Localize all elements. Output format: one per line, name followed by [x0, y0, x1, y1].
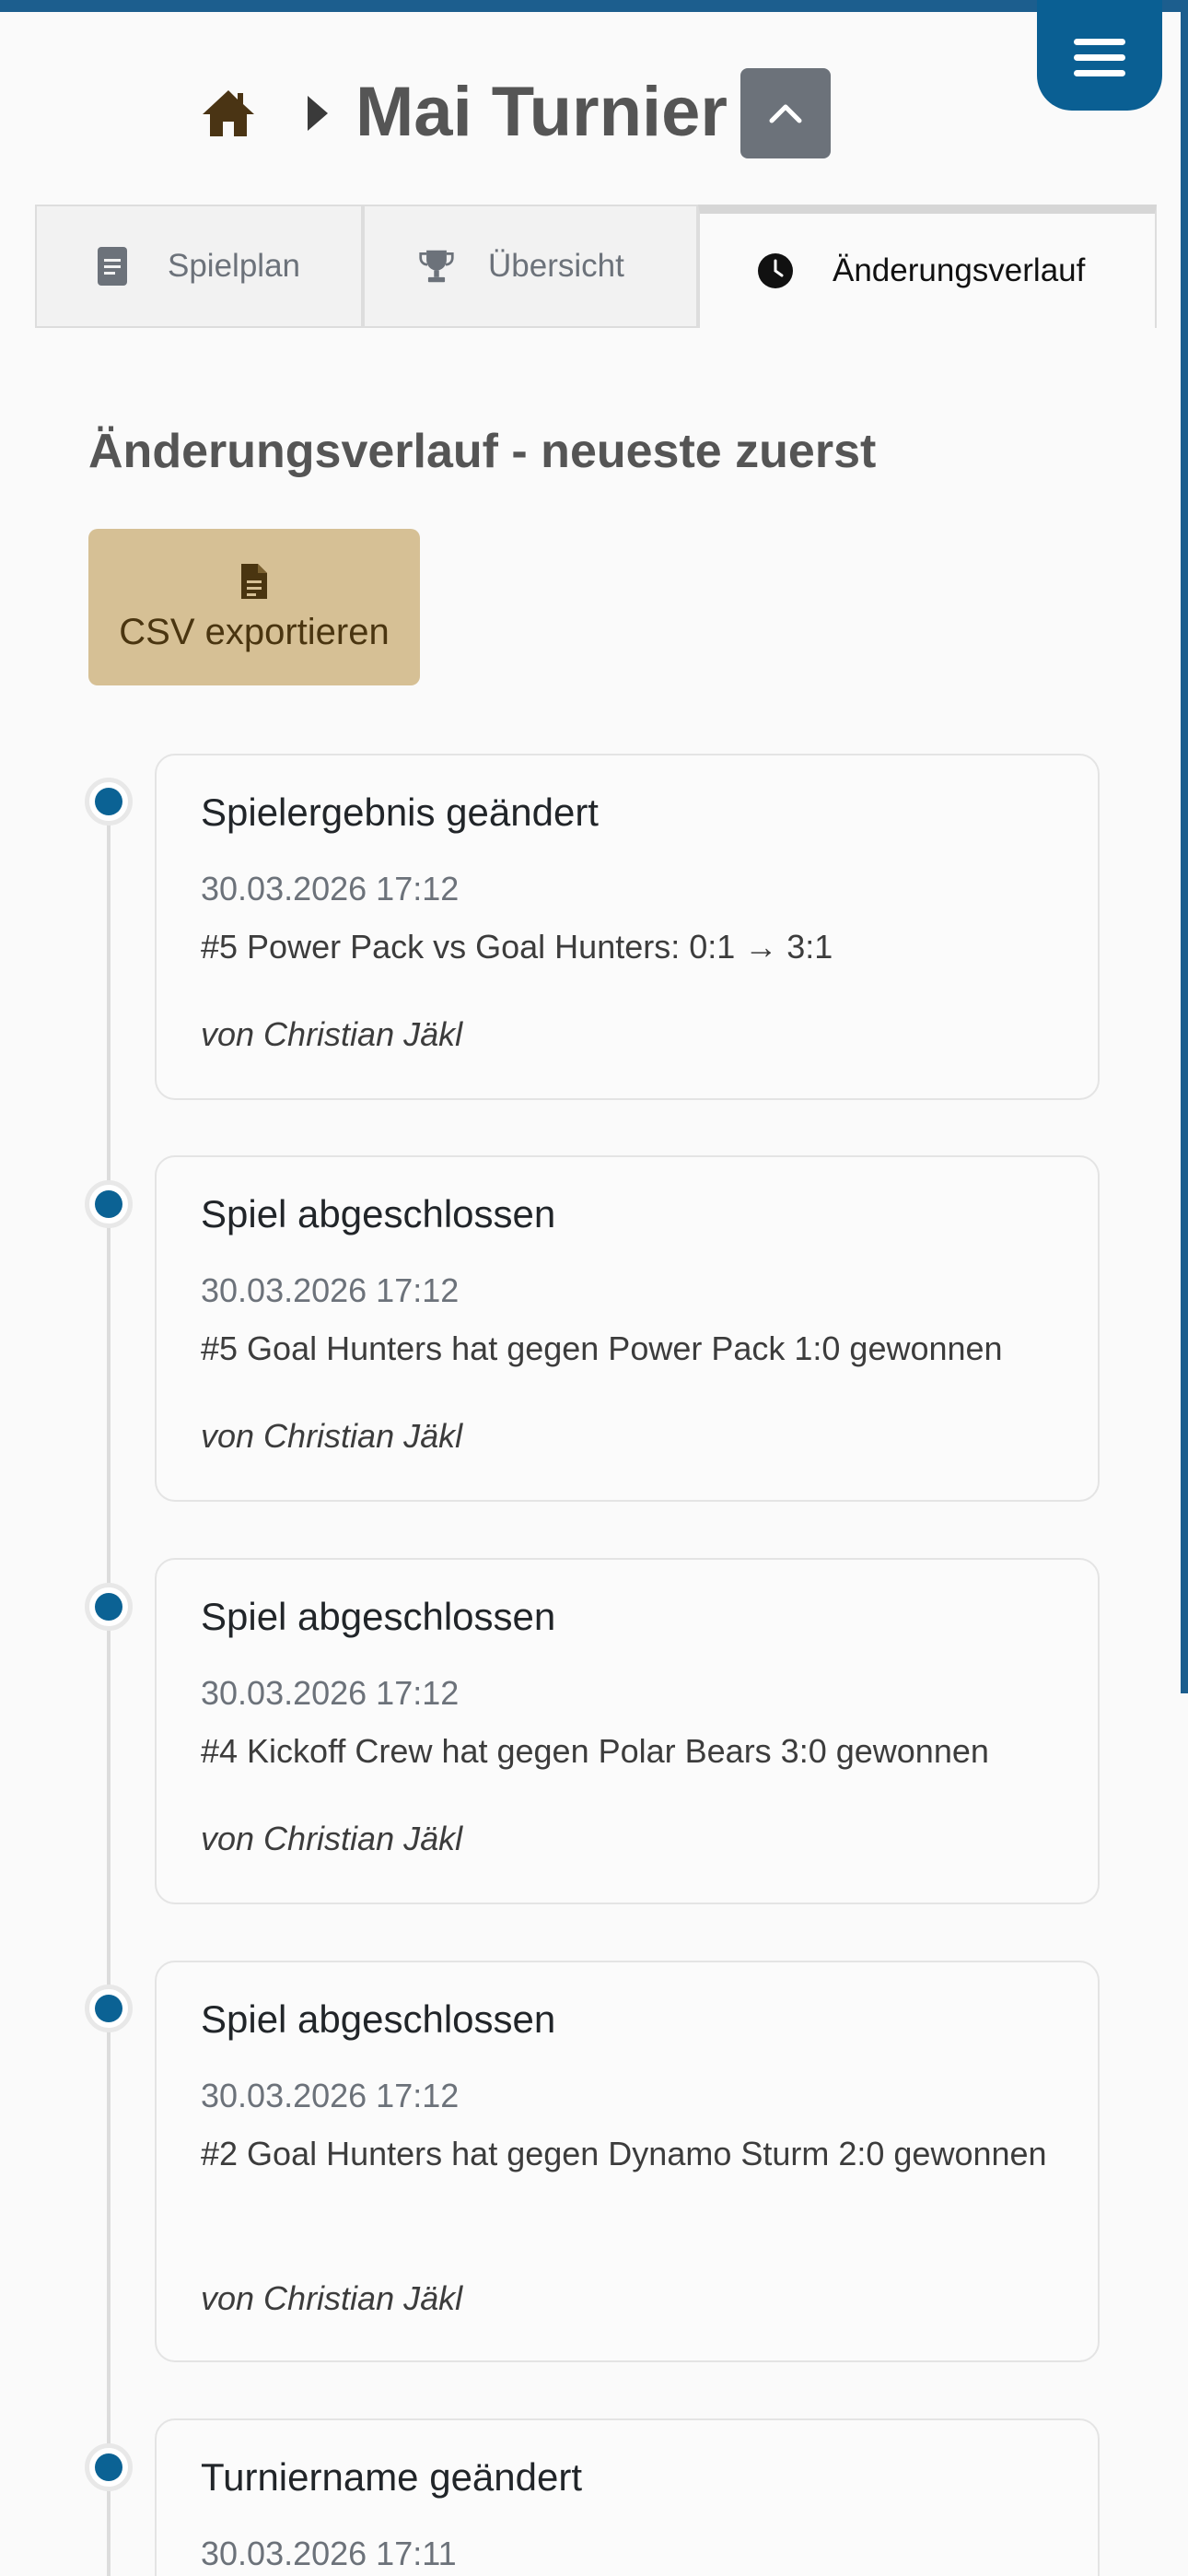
scrollbar[interactable]: [1181, 12, 1188, 1693]
history-entry: Spiel abgeschlossen 30.03.2026 17:12 #4 …: [155, 1558, 1100, 1904]
entry-description: #5 Power Pack vs Goal Hunters: 0:1 → 3:1: [201, 928, 833, 966]
entry-time: 30.03.2026 17:12: [201, 1271, 460, 1309]
entry-time: 30.03.2026 17:12: [201, 1674, 460, 1712]
timeline-dot: [85, 1985, 133, 2032]
timeline-dot: [85, 1180, 133, 1228]
entry-title: Spiel abgeschlossen: [201, 1997, 556, 2041]
app-page: Mai Turnier Spielplan Übersicht Änderung…: [0, 0, 1188, 2576]
caret-right-icon: [308, 96, 328, 131]
entry-author: von Christian Jäkl: [201, 2279, 463, 2317]
tab-label: Spielplan: [168, 248, 300, 284]
entry-time: 30.03.2026 17:11: [201, 2535, 457, 2572]
entry-title: Spiel abgeschlossen: [201, 1192, 556, 1235]
entry-description: #5 Goal Hunters hat gegen Power Pack 1:0…: [201, 1329, 1003, 1367]
trophy-icon: [418, 246, 455, 287]
entry-author: von Christian Jäkl: [201, 1820, 463, 1857]
history-entry: Spiel abgeschlossen 30.03.2026 17:12 #5 …: [155, 1155, 1100, 1502]
timeline-dot: [85, 1583, 133, 1631]
csv-export-label: CSV exportieren: [119, 611, 390, 652]
tab-bar: Spielplan Übersicht Änderungsverlauf: [35, 205, 1157, 328]
timeline-dot: [85, 778, 133, 825]
tab-aenderungsverlauf[interactable]: Änderungsverlauf: [698, 205, 1157, 328]
entry-time: 30.03.2026 17:12: [201, 870, 460, 907]
page-title: Mai Turnier: [355, 73, 728, 151]
home-icon[interactable]: [201, 88, 256, 138]
tab-label: Übersicht: [488, 248, 624, 284]
entry-title: Spiel abgeschlossen: [201, 1595, 556, 1638]
tab-uebersicht[interactable]: Übersicht: [363, 205, 698, 328]
collapse-button[interactable]: [740, 68, 831, 158]
entry-title: Turniername geändert: [201, 2455, 583, 2499]
entry-time: 30.03.2026 17:12: [201, 2077, 460, 2114]
tab-label: Änderungsverlauf: [833, 252, 1086, 288]
timeline-line: [107, 802, 111, 2576]
hamburger-icon-bar: [1074, 53, 1125, 61]
entry-author: von Christian Jäkl: [201, 1417, 463, 1455]
file-icon: [241, 563, 267, 599]
history-entry: Turniername geändert 30.03.2026 17:11: [155, 2418, 1100, 2576]
history-entry: Spiel abgeschlossen 30.03.2026 17:12 #2 …: [155, 1961, 1100, 2362]
chevron-up-icon: [769, 104, 802, 123]
document-icon: [94, 246, 131, 287]
top-accent-bar: [0, 0, 1188, 12]
entry-author: von Christian Jäkl: [201, 1015, 463, 1053]
csv-export-button[interactable]: CSV exportieren: [88, 529, 420, 685]
hamburger-icon: [1074, 38, 1125, 45]
tab-spielplan[interactable]: Spielplan: [35, 205, 363, 328]
timeline-dot: [85, 2443, 133, 2491]
entry-description: #2 Goal Hunters hat gegen Dynamo Sturm 2…: [201, 2135, 1047, 2172]
history-entry: Spielergebnis geändert 30.03.2026 17:12 …: [155, 754, 1100, 1100]
entry-title: Spielergebnis geändert: [201, 790, 599, 834]
clock-icon: [757, 251, 794, 291]
history-heading: Änderungsverlauf - neueste zuerst: [88, 425, 877, 478]
entry-description: #4 Kickoff Crew hat gegen Polar Bears 3:…: [201, 1732, 989, 1770]
